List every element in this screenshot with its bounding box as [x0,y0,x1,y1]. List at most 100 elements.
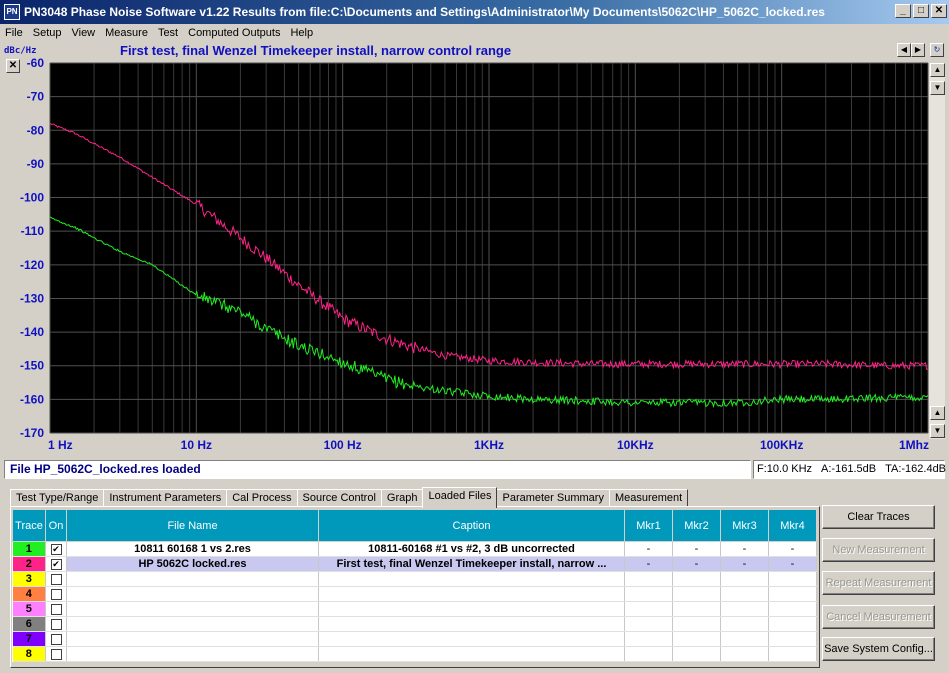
mkr4-cell: - [768,541,817,557]
tab-measurement[interactable]: Measurement [608,489,689,507]
file-name-cell [66,571,319,587]
y-tick-label: -140 [20,325,44,339]
phase-noise-chart: -60 -70 -80 -90 -100 -110 -120 -130 -140 -150 -160… [20,56,929,452]
checkbox[interactable]: ✔ [50,558,62,570]
x-tick-label: 1Mhz [899,438,929,452]
vertical-scrollbar[interactable] [929,63,945,439]
scroll-left-button[interactable]: ◀ [897,43,911,57]
mkr4-cell [768,616,817,632]
caption-cell [318,646,625,662]
on-checkbox[interactable] [45,601,67,617]
table-row[interactable]: 8 [12,646,817,662]
x-tick-label: 10KHz [617,438,654,452]
on-checkbox[interactable]: ✔ [45,556,67,572]
tab-graph[interactable]: Graph [380,489,424,507]
checkbox[interactable] [50,648,62,660]
y-tick-label: -130 [20,291,44,305]
mkr2-cell: - [672,556,721,572]
scroll-up-button[interactable]: ▲ [930,63,945,77]
table-row[interactable]: 7 [12,631,817,647]
table-row[interactable]: 2 ✔ HP 5062C locked.res First test, final W… [12,556,817,572]
trace-cell: 8 [12,646,46,662]
on-checkbox[interactable] [45,631,67,647]
scroll-down-button-top[interactable]: ▼ [930,81,945,95]
save-system-config-button[interactable]: Save System Config... [822,637,935,661]
caption-cell: First test, final Wenzel Timekeeper inst… [318,556,625,572]
file-name-cell [66,586,319,602]
frequency-readout: F:10.0 KHz [757,463,813,475]
mkr1-cell: - [624,541,673,557]
mkr2-cell: - [672,541,721,557]
menu-file[interactable]: File [0,27,28,39]
menu-setup[interactable]: Setup [28,27,67,39]
trace-cell: 5 [12,601,46,617]
mkr2-cell [672,631,721,647]
col-caption: Caption [318,509,625,542]
on-checkbox[interactable] [45,646,67,662]
mkr3-cell [720,571,769,587]
checkbox[interactable] [50,588,62,600]
x-tick-label: 100KHz [760,438,803,452]
scroll-up-button-bottom[interactable]: ▲ [930,406,945,420]
close-button[interactable]: ✕ [931,4,947,18]
on-checkbox[interactable]: ✔ [45,541,67,557]
y-tick-label: -70 [27,90,45,104]
mkr1-cell [624,616,673,632]
table-row[interactable]: 5 [12,601,817,617]
checkbox[interactable] [50,603,62,615]
tab-cal-process[interactable]: Cal Process [226,489,298,507]
tab-loaded-files[interactable]: Loaded Files [422,487,498,508]
col-mkr1: Mkr1 [624,509,673,542]
mkr2-cell [672,646,721,662]
table-row[interactable]: 3 [12,571,817,587]
menu-measure[interactable]: Measure [100,27,153,39]
file-name-cell [66,601,319,617]
menu-bar: File Setup View Measure Test Computed Ou… [0,24,949,41]
tab-source-control[interactable]: Source Control [296,489,382,507]
table-row[interactable]: 1 ✔ 10811 60168 1 vs 2.res 10811-60168 #1 v… [12,541,817,557]
table-row[interactable]: 4 [12,586,817,602]
mkr1-cell [624,631,673,647]
checkbox[interactable] [50,618,62,630]
on-checkbox[interactable] [45,586,67,602]
scroll-down-button[interactable]: ▼ [930,424,945,438]
table-row[interactable]: 6 [12,616,817,632]
checkbox[interactable]: ✔ [50,543,62,555]
mkr3-cell [720,601,769,617]
clear-traces-button[interactable]: Clear Traces [822,505,935,529]
y-tick-label: -110 [21,224,45,238]
menu-computed-outputs[interactable]: Computed Outputs [183,27,285,39]
mkr4-cell: - [768,556,817,572]
mkr4-cell [768,586,817,602]
scroll-right-button[interactable]: ▶ [911,43,925,57]
checkbox[interactable] [50,633,62,645]
mkr3-cell [720,616,769,632]
y-tick-label: -100 [20,191,44,205]
file-name-cell: 10811 60168 1 vs 2.res [66,541,319,557]
tab-test-type-range[interactable]: Test Type/Range [10,489,105,507]
new-measurement-button[interactable]: New Measurement [822,538,935,562]
cancel-measurement-button[interactable]: Cancel Measurement [822,605,935,629]
tab-instrument-parameters[interactable]: Instrument Parameters [103,489,228,507]
col-on: On [45,509,67,542]
loaded-files-table: Trace On File Name Caption Mkr1 Mkr2 Mkr… [12,509,817,662]
y-tick-label: -80 [27,123,45,137]
x-tick-label: 100 Hz [324,438,362,452]
menu-view[interactable]: View [66,27,100,39]
mkr1-cell [624,646,673,662]
mkr4-cell [768,631,817,647]
marker-readout: F:10.0 KHz A:-161.5dB TA:-162.4dB [753,460,946,479]
menu-help[interactable]: Help [285,27,318,39]
y-tick-label: -160 [20,392,44,406]
menu-test[interactable]: Test [153,27,183,39]
repeat-measurement-button[interactable]: Repeat Measurement [822,571,935,595]
minimize-button[interactable]: _ [895,4,911,18]
refresh-icon[interactable]: ↻ [930,43,944,57]
on-checkbox[interactable] [45,571,67,587]
caption-cell [318,631,625,647]
checkbox[interactable] [50,573,62,585]
y-units-label: dBc/Hz [4,46,37,56]
on-checkbox[interactable] [45,616,67,632]
maximize-button[interactable]: □ [913,4,929,18]
tab-parameter-summary[interactable]: Parameter Summary [496,489,610,507]
